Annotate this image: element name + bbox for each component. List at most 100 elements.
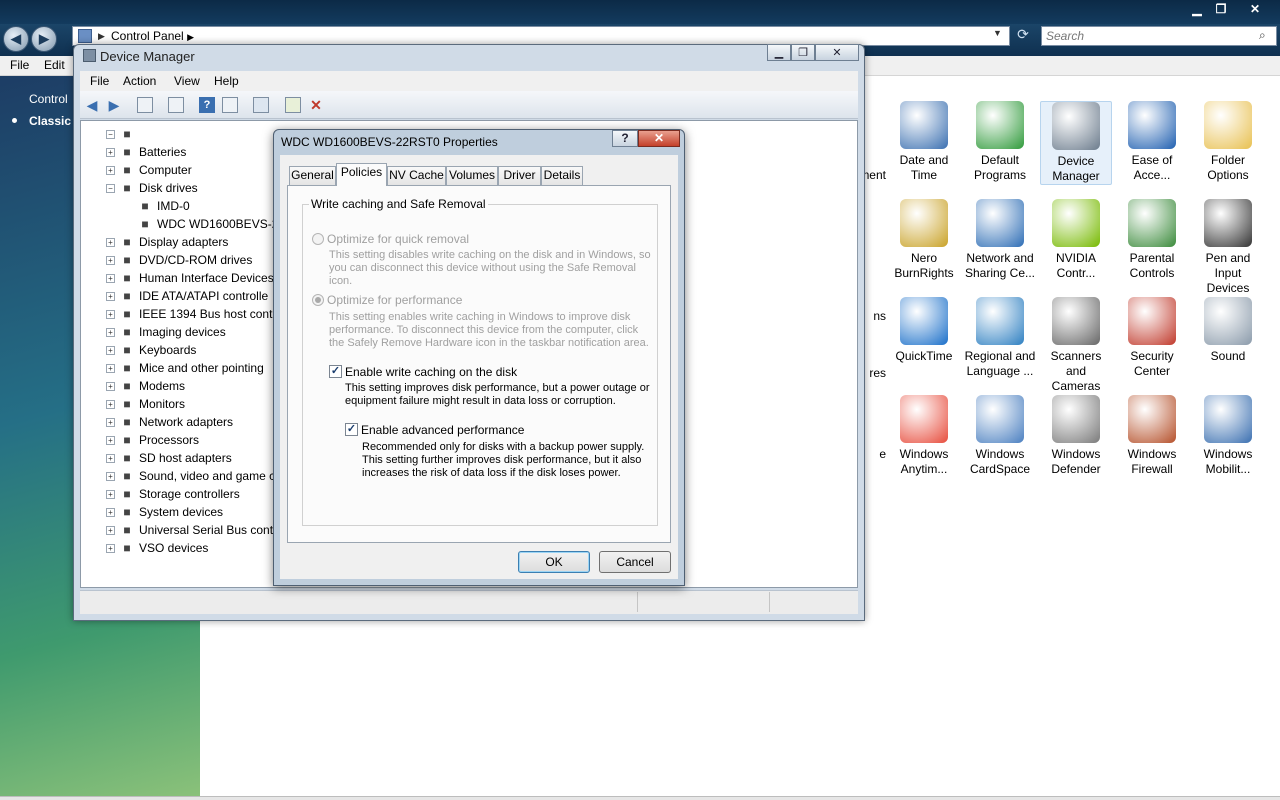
dm-menu-view[interactable]: View	[174, 74, 200, 88]
toolbar-help-icon[interactable]: ?	[199, 97, 215, 113]
expand-icon[interactable]: +	[106, 273, 115, 283]
cp-icon-item[interactable]: Windows CardSpace	[964, 395, 1036, 477]
dm-maximize-button[interactable]: ❐	[791, 44, 815, 61]
expand-icon[interactable]: +	[106, 435, 115, 445]
cp-icon-item[interactable]: NVIDIA Contr...	[1040, 199, 1112, 281]
cp-icon-item[interactable]: Regional and Language ...	[964, 297, 1036, 379]
expand-icon[interactable]: +	[106, 327, 115, 337]
quick-removal-radio[interactable]	[312, 233, 324, 245]
tree-node[interactable]: + ■ Network adapters	[106, 413, 233, 431]
expand-icon[interactable]: +	[106, 543, 115, 553]
expand-icon[interactable]: +	[106, 165, 115, 175]
dm-menu-help[interactable]: Help	[214, 74, 239, 88]
tree-node[interactable]: + ■ Mice and other pointing	[106, 359, 264, 377]
tree-node[interactable]: + ■ Universal Serial Bus contr	[106, 521, 277, 539]
expand-icon[interactable]: +	[106, 417, 115, 427]
cp-icon-item[interactable]: Windows Firewall	[1116, 395, 1188, 477]
cp-icon-item[interactable]: Scanners and Cameras	[1040, 297, 1112, 394]
tree-node[interactable]: + ■ Human Interface Devices	[106, 269, 274, 287]
expand-icon[interactable]: +	[106, 345, 115, 355]
dm-close-button[interactable]: ✕	[815, 44, 859, 61]
cp-icon-item[interactable]: Network and Sharing Ce...	[964, 199, 1036, 281]
toolbar-uninstall-icon[interactable]: ✕	[308, 97, 324, 113]
cp-icon-item[interactable]: Security Center	[1116, 297, 1188, 379]
dm-minimize-button[interactable]: ▁	[767, 44, 791, 61]
cp-icon-item[interactable]: Date and Time	[888, 101, 960, 183]
dm-menu-action[interactable]: Action	[123, 74, 156, 88]
expand-icon[interactable]: +	[106, 291, 115, 301]
cp-icon-item[interactable]: Windows Mobilit...	[1192, 395, 1264, 477]
cp-icon-item[interactable]: Default Programs	[964, 101, 1036, 183]
performance-radio[interactable]	[312, 294, 324, 306]
tree-node[interactable]: + ■ DVD/CD-ROM drives	[106, 251, 252, 269]
cp-icon-item[interactable]: QuickTime	[888, 297, 960, 364]
expand-icon[interactable]: +	[106, 363, 115, 373]
cp-minimize-button[interactable]: ▁	[1184, 0, 1210, 17]
tree-node[interactable]: + ■ Imaging devices	[106, 323, 226, 341]
cp-maximize-button[interactable]: ❐	[1208, 0, 1234, 17]
cp-icon-item[interactable]: Parental Controls	[1116, 199, 1188, 281]
tab-policies[interactable]: Policies	[336, 163, 387, 186]
tree-node[interactable]: + ■ IDE ATA/ATAPI controlle	[106, 287, 268, 305]
tree-node[interactable]: + ■ VSO devices	[106, 539, 208, 557]
dm-menu-file[interactable]: File	[90, 74, 109, 88]
cp-icon-item[interactable]: Ease of Acce...	[1116, 101, 1188, 183]
tree-node[interactable]: + ■ Keyboards	[106, 341, 196, 359]
cp-icon-item[interactable]: Windows Anytim...	[888, 395, 960, 477]
quick-removal-label[interactable]: Optimize for quick removal	[327, 232, 469, 246]
address-bar[interactable]: Control Panel ▶	[72, 26, 1010, 46]
expand-icon[interactable]: +	[106, 237, 115, 247]
toolbar-back-icon[interactable]: ◀	[84, 97, 100, 113]
tree-node[interactable]: + ■ Storage controllers	[106, 485, 240, 503]
cp-menu-edit[interactable]: Edit	[44, 58, 65, 72]
tree-node[interactable]: − ■	[106, 125, 139, 143]
write-caching-label[interactable]: Enable write caching on the disk	[345, 365, 517, 379]
tree-node[interactable]: + ■ Display adapters	[106, 233, 228, 251]
search-icon[interactable]: ⌕	[1259, 28, 1266, 43]
expand-icon[interactable]: +	[106, 255, 115, 265]
expand-icon[interactable]: +	[106, 381, 115, 391]
cp-menu-file[interactable]: File	[10, 58, 29, 72]
toolbar-properties-icon[interactable]	[168, 97, 184, 113]
tree-node[interactable]: ■ IMD-0	[124, 197, 189, 215]
control-panel-home-link[interactable]: Control	[29, 92, 68, 106]
dialog-close-button[interactable]: ✕	[638, 130, 680, 147]
refresh-icon[interactable]: ⟳	[1012, 26, 1034, 46]
tree-node[interactable]: + ■ Modems	[106, 377, 185, 395]
cancel-button[interactable]: Cancel	[599, 551, 671, 573]
toolbar-up-icon[interactable]	[137, 97, 153, 113]
expand-icon[interactable]: +	[106, 453, 115, 463]
write-caching-checkbox[interactable]: ✓	[329, 365, 342, 378]
tab-volumes[interactable]: Volumes	[446, 166, 498, 185]
expand-icon[interactable]: +	[106, 489, 115, 499]
tree-node[interactable]: + ■ System devices	[106, 503, 223, 521]
toolbar-scan-hardware-icon[interactable]	[253, 97, 269, 113]
collapse-icon[interactable]: −	[106, 183, 115, 193]
tree-node[interactable]: − ■ Disk drives	[106, 179, 198, 197]
cp-icon-item[interactable]: Device Manager	[1040, 101, 1112, 185]
expand-icon[interactable]: +	[106, 525, 115, 535]
toolbar-view-icon[interactable]	[222, 97, 238, 113]
expand-icon[interactable]: +	[106, 399, 115, 409]
tab-nv-cache[interactable]: NV Cache	[387, 166, 446, 185]
expand-icon[interactable]: +	[106, 309, 115, 319]
forward-button[interactable]: ▶	[31, 26, 57, 52]
tab-general[interactable]: General	[289, 166, 336, 185]
expand-icon[interactable]: +	[106, 147, 115, 157]
tree-node[interactable]: + ■ Processors	[106, 431, 199, 449]
cp-icon-item[interactable]: Sound	[1192, 297, 1264, 364]
cp-icon-item[interactable]: Pen and Input Devices	[1192, 199, 1264, 296]
cp-icon-item[interactable]: Folder Options	[1192, 101, 1264, 183]
ok-button[interactable]: OK	[518, 551, 590, 573]
toolbar-update-driver-icon[interactable]	[285, 97, 301, 113]
tree-node[interactable]: + ■ Computer	[106, 161, 192, 179]
cp-icon-item[interactable]: Nero BurnRights	[888, 199, 960, 281]
address-dropdown-icon[interactable]: ▼	[993, 28, 1002, 38]
cp-close-button[interactable]: ✕	[1242, 0, 1268, 17]
back-button[interactable]: ◀	[3, 26, 29, 52]
tree-node[interactable]: + ■ Sound, video and game c	[106, 467, 275, 485]
breadcrumb[interactable]: Control Panel	[111, 29, 184, 43]
tab-details[interactable]: Details	[541, 166, 583, 185]
tree-node[interactable]: + ■ Batteries	[106, 143, 186, 161]
advanced-performance-label[interactable]: Enable advanced performance	[361, 423, 524, 437]
